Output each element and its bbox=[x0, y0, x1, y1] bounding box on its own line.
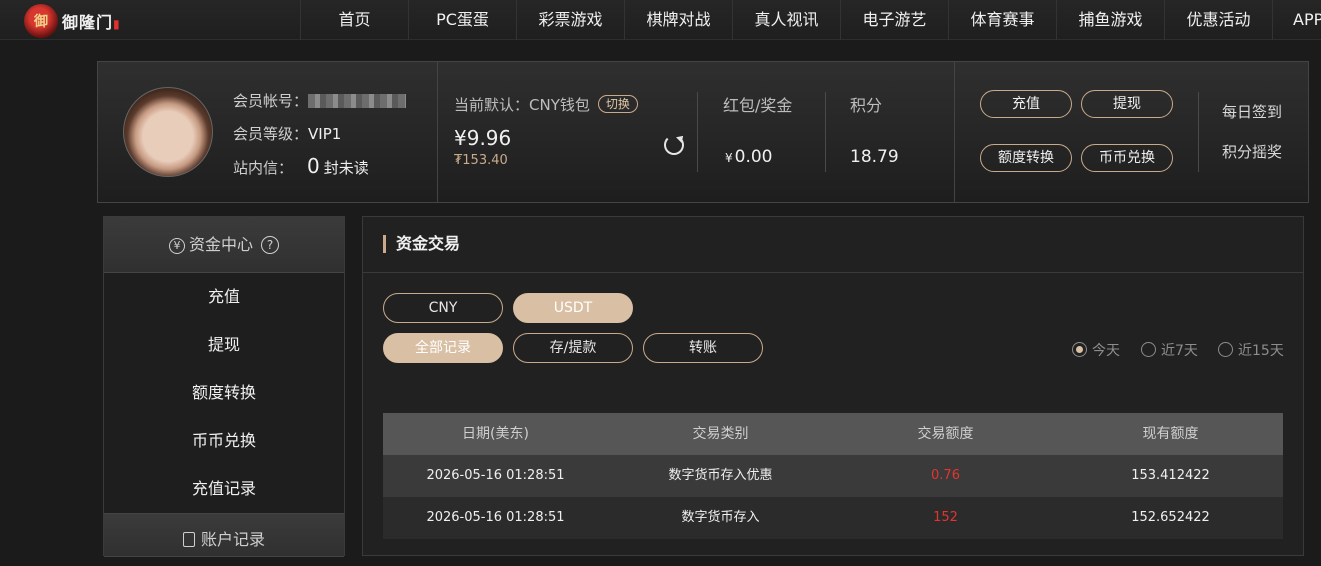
transactions-table: 日期(美东) 交易类别 交易额度 现有额度 2026-05-16 01:28:5… bbox=[383, 413, 1283, 539]
logo-emblem-icon: 御 bbox=[24, 4, 58, 38]
sidebar-section-title: 账户记录 bbox=[200, 530, 265, 549]
brand-logo[interactable]: 御 御隆门▮ bbox=[24, 3, 124, 39]
transfer-button[interactable]: 额度转换 bbox=[980, 144, 1072, 172]
nav-item-live-casino[interactable]: 真人视讯 bbox=[732, 0, 840, 40]
sidebar-item-transfer[interactable]: 额度转换 bbox=[104, 369, 344, 417]
points-label: 积分 bbox=[850, 96, 883, 115]
tab-currency-usdt[interactable]: USDT bbox=[513, 293, 633, 323]
top-navbar: 御 御隆门▮ 首页 PC蛋蛋 彩票游戏 棋牌对战 真人视讯 电子游艺 体育赛事 … bbox=[0, 0, 1321, 40]
document-icon bbox=[182, 532, 195, 547]
tab-transfer[interactable]: 转账 bbox=[643, 333, 763, 363]
level-label: 会员等级： bbox=[233, 125, 309, 143]
main-nav: 首页 PC蛋蛋 彩票游戏 棋牌对战 真人视讯 电子游艺 体育赛事 捕鱼游戏 优惠… bbox=[300, 0, 1321, 40]
nav-item-pc-egg[interactable]: PC蛋蛋 bbox=[408, 0, 516, 40]
range-today-radio[interactable]: 今天 bbox=[1072, 340, 1120, 360]
column-header-date: 日期(美东) bbox=[462, 426, 529, 442]
message-row[interactable]: 站内信： 0 封未读 bbox=[233, 154, 369, 178]
divider bbox=[954, 62, 955, 202]
cell-balance: 153.412422 bbox=[1131, 468, 1210, 483]
tab-all-records[interactable]: 全部记录 bbox=[383, 333, 503, 363]
table-row: 2026-05-16 01:28:51 数字货币存入优惠 0.76 153.41… bbox=[383, 455, 1283, 497]
daily-checkin-link[interactable]: 每日签到 bbox=[1222, 101, 1282, 122]
tab-currency-cny[interactable]: CNY bbox=[383, 293, 503, 323]
table-header: 日期(美东) 交易类别 交易额度 现有额度 bbox=[383, 413, 1283, 455]
help-icon[interactable]: ? bbox=[261, 236, 279, 254]
cell-date: 2026-05-16 01:28:51 bbox=[426, 468, 565, 483]
refresh-icon[interactable] bbox=[664, 135, 684, 155]
level-value: VIP1 bbox=[308, 125, 342, 143]
wallet-balance-usdt: ₮153.40 bbox=[454, 153, 508, 168]
exchange-button[interactable]: 币币兑换 bbox=[1081, 144, 1173, 172]
divider bbox=[697, 92, 698, 172]
account-value-redacted bbox=[308, 94, 407, 108]
column-header-balance: 现有额度 bbox=[1142, 426, 1199, 442]
sidebar-item-deposit[interactable]: 充值 bbox=[104, 273, 344, 321]
fund-transactions-panel: 资金交易 CNY USDT 全部记录 存/提款 转账 今天 近7天 近15天 日… bbox=[362, 216, 1304, 556]
page-title: 资金交易 bbox=[383, 235, 460, 253]
nav-item-card-games[interactable]: 棋牌对战 bbox=[624, 0, 732, 40]
nav-item-sports[interactable]: 体育赛事 bbox=[948, 0, 1056, 40]
range-15days-radio[interactable]: 近15天 bbox=[1218, 340, 1284, 360]
bonus-value: ¥0.00 bbox=[725, 147, 773, 167]
points-lottery-link[interactable]: 积分摇奖 bbox=[1222, 141, 1282, 162]
account-row: 会员帐号： bbox=[233, 90, 407, 111]
sidebar: ¥ 资金中心? 充值 提现 额度转换 币币兑换 充值记录 账户记录 bbox=[103, 216, 345, 557]
radio-dot bbox=[1141, 342, 1156, 357]
points-value: 18.79 bbox=[850, 147, 899, 167]
nav-item-promotions[interactable]: 优惠活动 bbox=[1164, 0, 1272, 40]
nav-item-slots[interactable]: 电子游艺 bbox=[840, 0, 948, 40]
table-row: 2026-05-16 01:28:51 数字货币存入 152 152.65242… bbox=[383, 497, 1283, 539]
radio-dot bbox=[1218, 342, 1233, 357]
level-row: 会员等级：VIP1 bbox=[233, 123, 341, 144]
divider bbox=[437, 62, 438, 202]
cell-amount: 152 bbox=[933, 510, 958, 525]
column-header-type: 交易类别 bbox=[692, 426, 749, 442]
member-info-panel: 会员帐号： 会员等级：VIP1 站内信： 0 封未读 当前默认：CNY钱包 切换 ¥9… bbox=[97, 61, 1309, 203]
cell-type: 数字货币存入 bbox=[681, 510, 760, 525]
account-label: 会员帐号： bbox=[233, 92, 309, 110]
nav-item-lottery[interactable]: 彩票游戏 bbox=[516, 0, 624, 40]
bonus-label: 红包/奖金 bbox=[723, 96, 793, 115]
switch-wallet-button[interactable]: 切换 bbox=[597, 95, 638, 113]
deposit-button[interactable]: 充值 bbox=[980, 90, 1072, 118]
brand-name: 御隆门▮ bbox=[62, 13, 121, 32]
sidebar-section-title: 资金中心 bbox=[188, 235, 253, 254]
column-header-amount: 交易额度 bbox=[917, 426, 974, 442]
divider bbox=[1198, 92, 1199, 172]
cell-type: 数字货币存入优惠 bbox=[668, 468, 773, 483]
cell-balance: 152.652422 bbox=[1131, 510, 1210, 525]
tab-deposit-withdraw[interactable]: 存/提款 bbox=[513, 333, 633, 363]
wallet-label: 当前默认：CNY钱包 切换 bbox=[454, 94, 638, 115]
sidebar-item-exchange[interactable]: 币币兑换 bbox=[104, 417, 344, 465]
sidebar-section-funds[interactable]: ¥ 资金中心? bbox=[104, 217, 344, 273]
avatar[interactable] bbox=[123, 87, 213, 177]
divider bbox=[825, 92, 826, 172]
unread-count: 0 bbox=[307, 154, 320, 178]
sidebar-section-account-records[interactable]: 账户记录 bbox=[104, 513, 344, 557]
sidebar-item-deposit-records[interactable]: 充值记录 bbox=[104, 465, 344, 513]
radio-dot bbox=[1072, 342, 1087, 357]
wallet-balance: ¥9.96 bbox=[454, 126, 512, 150]
nav-item-app[interactable]: APP bbox=[1272, 0, 1321, 40]
message-label: 站内信： bbox=[233, 159, 294, 177]
unread-suffix: 封未读 bbox=[323, 159, 369, 177]
withdraw-button[interactable]: 提现 bbox=[1081, 90, 1173, 118]
cell-date: 2026-05-16 01:28:51 bbox=[426, 510, 565, 525]
nav-item-fishing[interactable]: 捕鱼游戏 bbox=[1056, 0, 1164, 40]
yuan-coin-icon: ¥ bbox=[168, 238, 185, 254]
sidebar-item-withdraw[interactable]: 提现 bbox=[104, 321, 344, 369]
cell-amount: 0.76 bbox=[931, 468, 960, 483]
nav-item-home[interactable]: 首页 bbox=[300, 0, 408, 40]
range-7days-radio[interactable]: 近7天 bbox=[1141, 340, 1198, 360]
divider bbox=[363, 272, 1303, 273]
